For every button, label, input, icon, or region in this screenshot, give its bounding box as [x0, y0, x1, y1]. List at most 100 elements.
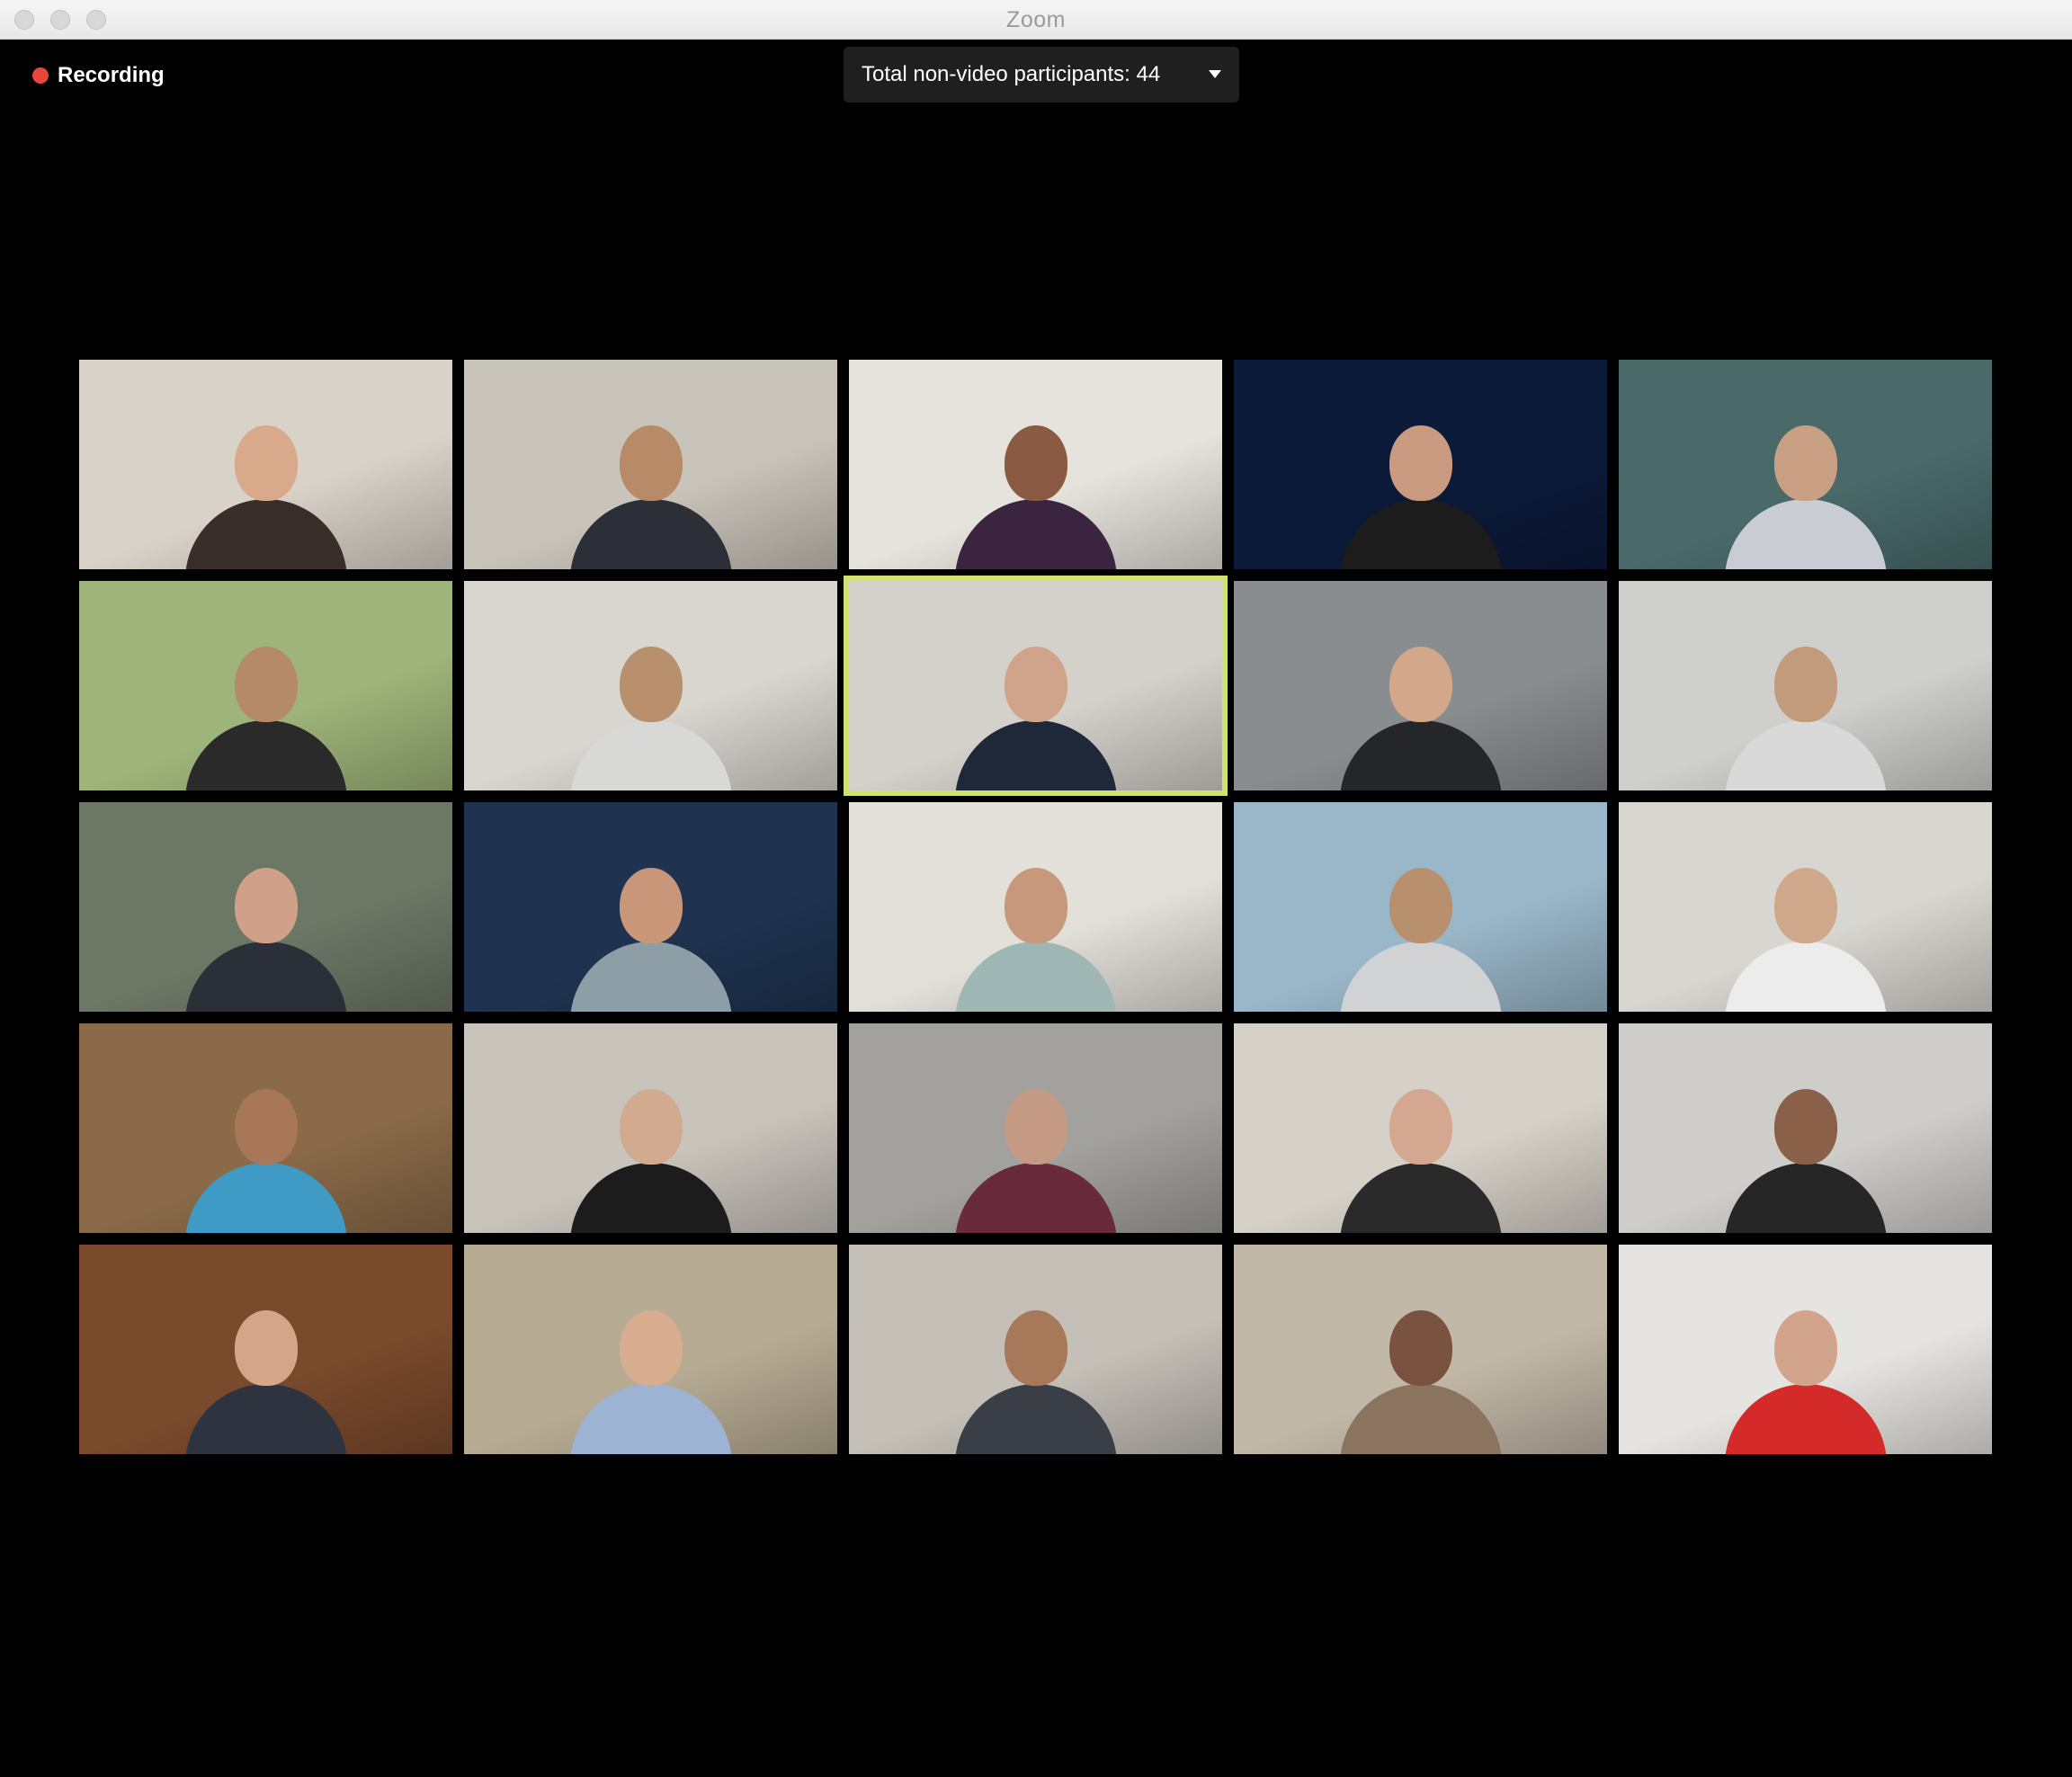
participant-body	[184, 499, 347, 569]
caret-down-icon	[1209, 70, 1221, 78]
participant-body	[184, 720, 347, 790]
participant-body	[1339, 720, 1502, 790]
participant-body	[1724, 942, 1887, 1012]
participant-body	[954, 720, 1117, 790]
participant-silhouette	[1331, 389, 1511, 569]
participant-silhouette	[176, 611, 356, 790]
participant-video-tile[interactable]	[464, 360, 837, 569]
participant-silhouette	[176, 832, 356, 1012]
participant-video-tile[interactable]	[1619, 1023, 1992, 1233]
participant-silhouette	[1331, 1053, 1511, 1233]
participant-silhouette	[1331, 1274, 1511, 1454]
participant-video-tile[interactable]	[1619, 581, 1992, 790]
participant-video-tile[interactable]	[464, 1245, 837, 1454]
participant-silhouette	[946, 1053, 1126, 1233]
participant-head	[1004, 647, 1067, 722]
participant-silhouette	[946, 1274, 1126, 1454]
participant-body	[569, 720, 732, 790]
participant-video-tile-active-speaker[interactable]	[844, 576, 1228, 796]
participant-head	[1389, 647, 1452, 722]
zoom-window: Zoom Recording Total non-video participa…	[0, 0, 2072, 1777]
participant-head	[619, 1310, 683, 1386]
participant-head	[1773, 647, 1837, 722]
participant-body	[954, 942, 1117, 1012]
participant-head	[1389, 425, 1452, 501]
participant-silhouette	[1331, 611, 1511, 790]
participant-body	[569, 942, 732, 1012]
participant-silhouette	[1716, 1274, 1896, 1454]
participant-body	[1339, 1384, 1502, 1454]
participant-silhouette	[1331, 832, 1511, 1012]
participant-video-tile[interactable]	[849, 1023, 1222, 1233]
participant-video-tile[interactable]	[79, 1245, 452, 1454]
participant-silhouette	[1716, 389, 1896, 569]
participant-head	[234, 1310, 298, 1386]
participant-video-tile[interactable]	[1234, 581, 1607, 790]
participant-video-tile[interactable]	[1234, 1023, 1607, 1233]
participant-silhouette	[561, 1053, 741, 1233]
participant-body	[1724, 499, 1887, 569]
participant-head	[1004, 868, 1067, 943]
participant-body	[184, 1384, 347, 1454]
participant-silhouette	[946, 832, 1126, 1012]
participant-head	[619, 647, 683, 722]
participant-head	[1773, 868, 1837, 943]
participant-silhouette	[561, 611, 741, 790]
participant-head	[234, 1089, 298, 1165]
participant-head	[1773, 425, 1837, 501]
participant-head	[1004, 1089, 1067, 1165]
participant-silhouette	[1716, 832, 1896, 1012]
participant-video-tile[interactable]	[1234, 1245, 1607, 1454]
participant-body	[1724, 720, 1887, 790]
participant-video-tile[interactable]	[79, 581, 452, 790]
participant-head	[1004, 1310, 1067, 1386]
participant-silhouette	[176, 1274, 356, 1454]
participant-silhouette	[946, 611, 1126, 790]
participant-body	[954, 1384, 1117, 1454]
participant-head	[619, 868, 683, 943]
participant-video-tile[interactable]	[464, 802, 837, 1012]
participant-video-tile[interactable]	[79, 802, 452, 1012]
participant-head	[234, 425, 298, 501]
participant-video-tile[interactable]	[464, 581, 837, 790]
participant-video-tile[interactable]	[849, 802, 1222, 1012]
title-bar: Zoom	[0, 0, 2072, 40]
participant-video-tile[interactable]	[849, 1245, 1222, 1454]
participant-body	[1339, 942, 1502, 1012]
participant-head	[1004, 425, 1067, 501]
participant-silhouette	[176, 389, 356, 569]
participant-body	[1724, 1163, 1887, 1233]
participant-body	[184, 1163, 347, 1233]
participant-video-tile[interactable]	[1234, 802, 1607, 1012]
non-video-participants-dropdown[interactable]: Total non-video participants: 44	[844, 47, 1239, 103]
recording-dot-icon	[32, 67, 49, 84]
participant-video-tile[interactable]	[79, 1023, 452, 1233]
participant-silhouette	[1716, 611, 1896, 790]
participant-video-tile[interactable]	[1619, 360, 1992, 569]
participant-head	[1773, 1310, 1837, 1386]
participant-body	[1339, 499, 1502, 569]
participant-body	[569, 1384, 732, 1454]
participant-body	[569, 499, 732, 569]
participant-video-tile[interactable]	[79, 360, 452, 569]
participant-video-tile[interactable]	[1234, 360, 1607, 569]
participant-video-tile[interactable]	[849, 360, 1222, 569]
participant-body	[1724, 1384, 1887, 1454]
participant-head	[1773, 1089, 1837, 1165]
participant-silhouette	[176, 1053, 356, 1233]
participant-video-tile[interactable]	[1619, 1245, 1992, 1454]
recording-indicator[interactable]: Recording	[32, 63, 165, 88]
participant-body	[954, 499, 1117, 569]
participant-video-tile[interactable]	[464, 1023, 837, 1233]
participant-head	[619, 1089, 683, 1165]
participant-head	[234, 647, 298, 722]
participant-head	[234, 868, 298, 943]
participant-body	[1339, 1163, 1502, 1233]
participant-silhouette	[946, 389, 1126, 569]
participant-head	[1389, 1089, 1452, 1165]
participant-head	[1389, 868, 1452, 943]
participant-body	[954, 1163, 1117, 1233]
participant-body	[569, 1163, 732, 1233]
participant-head	[619, 425, 683, 501]
participant-video-tile[interactable]	[1619, 802, 1992, 1012]
